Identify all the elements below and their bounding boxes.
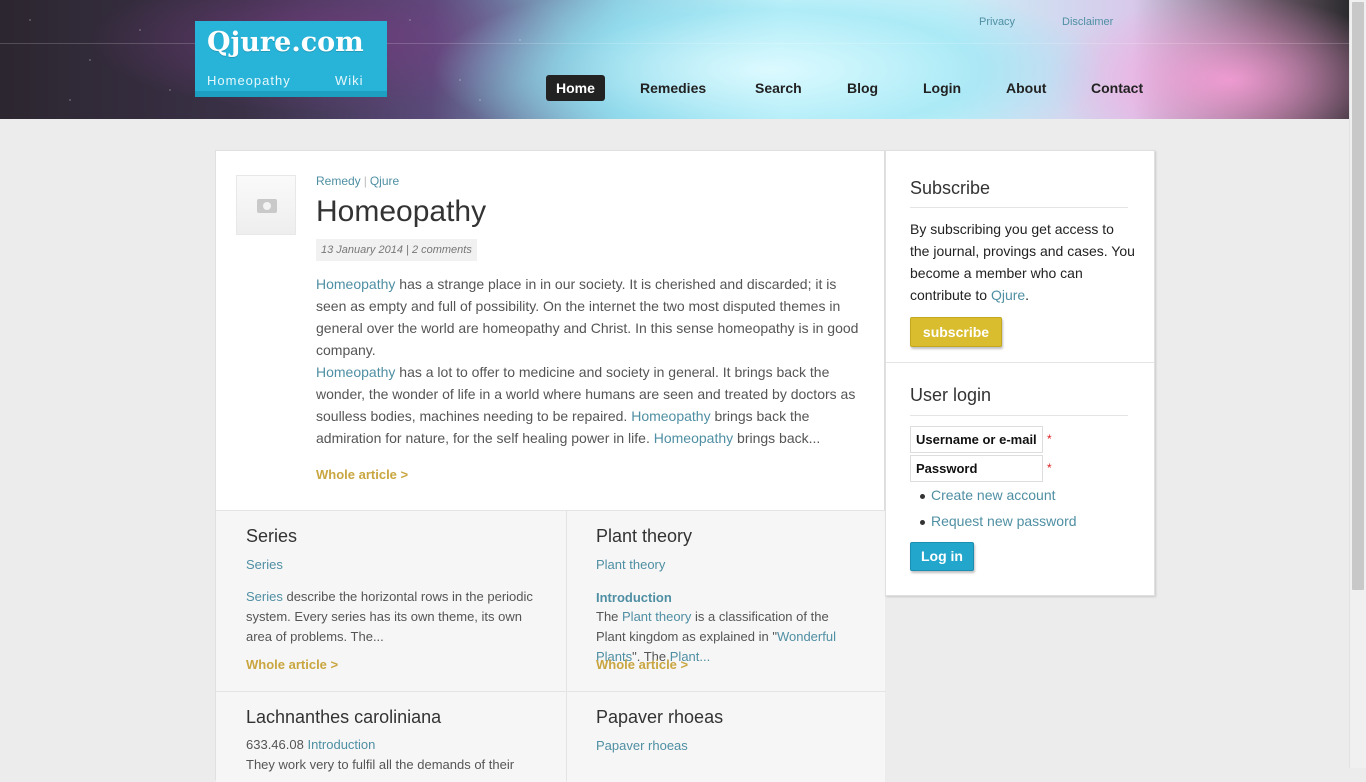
request-password-link[interactable]: Request new password xyxy=(931,513,1077,529)
sidebar-divider xyxy=(886,362,1154,363)
nav-search[interactable]: Search xyxy=(745,75,812,101)
inline-link-introduction[interactable]: Introduction xyxy=(307,737,375,752)
logo-title: Qjure.com xyxy=(207,27,364,58)
breadcrumb: Remedy | Qjure xyxy=(316,174,399,188)
inline-link-homeopathy[interactable]: Homeopathy xyxy=(316,364,395,380)
nav-blog[interactable]: Blog xyxy=(837,75,888,101)
teaser-lachnanthes: Lachnanthes caroliniana 633.46.08 Introd… xyxy=(216,692,566,782)
teaser-title[interactable]: Series xyxy=(246,526,297,547)
article-comments-link[interactable]: 2 comments xyxy=(412,244,472,256)
teaser-code: 633.46.08 xyxy=(246,737,308,752)
vertical-scrollbar[interactable] xyxy=(1349,0,1366,768)
camera-icon xyxy=(257,199,277,213)
login-button[interactable]: Log in xyxy=(910,542,974,571)
article-thumbnail[interactable] xyxy=(236,175,296,235)
article-paragraph-1: has a strange place in in our society. I… xyxy=(316,276,859,358)
nav-contact[interactable]: Contact xyxy=(1081,75,1153,101)
qjure-link[interactable]: Qjure xyxy=(991,287,1025,303)
create-account-link[interactable]: Create new account xyxy=(931,487,1056,503)
main-content: Remedy | Qjure Homeopathy 13 January 2014 … xyxy=(215,150,886,782)
privacy-link[interactable]: Privacy xyxy=(979,16,1015,28)
subscribe-rule xyxy=(910,207,1128,208)
bullet-icon xyxy=(920,494,925,499)
nav-home[interactable]: Home xyxy=(546,75,605,101)
article-title[interactable]: Homeopathy xyxy=(316,195,486,229)
login-rule xyxy=(910,415,1128,416)
scrollbar-thumb[interactable] xyxy=(1352,2,1364,590)
logo-subtitle-homeopathy: Homeopathy xyxy=(207,73,291,88)
inline-link-series[interactable]: Series xyxy=(246,589,283,604)
required-marker: * xyxy=(1047,461,1052,475)
teaser-subtitle-link[interactable]: Papaver rhoeas xyxy=(596,738,688,753)
whole-article-link[interactable]: Whole article > xyxy=(316,467,408,482)
user-login-title: User login xyxy=(910,385,992,405)
teaser-heading: Introduction xyxy=(596,590,672,605)
inline-link-homeopathy[interactable]: Homeopathy xyxy=(631,408,710,424)
site-logo[interactable]: Qjure.com Homeopathy Wiki xyxy=(195,21,387,97)
subscribe-title: Subscribe xyxy=(910,178,991,198)
teaser-code-line: 633.46.08 Introduction xyxy=(246,735,546,755)
teaser-text: Series describe the horizontal rows in t… xyxy=(246,587,546,647)
logo-subtitle-wiki: Wiki xyxy=(335,73,364,88)
article-meta: 13 January 2014 | 2 comments xyxy=(316,239,477,261)
subscribe-button[interactable]: subscribe xyxy=(910,317,1002,347)
logo-bottom-bar xyxy=(195,91,387,97)
grid-divider xyxy=(216,510,886,511)
sidebar: Subscribe By subscribing you get access … xyxy=(885,150,1155,596)
username-field[interactable] xyxy=(910,426,1043,453)
subscribe-body-end: . xyxy=(1025,287,1030,303)
inline-link-homeopathy[interactable]: Homeopathy xyxy=(316,276,395,292)
teaser-subtitle-link[interactable]: Series xyxy=(246,557,283,572)
whole-article-link[interactable]: Whole article > xyxy=(246,657,338,672)
disclaimer-link[interactable]: Disclaimer xyxy=(1062,16,1113,28)
teaser-series: Series Series Series describe the horizo… xyxy=(216,511,566,691)
teaser-title[interactable]: Papaver rhoeas xyxy=(596,707,723,728)
password-field[interactable] xyxy=(910,455,1043,482)
whole-article-link[interactable]: Whole article > xyxy=(596,657,688,672)
bullet-icon xyxy=(920,520,925,525)
article-body: Homeopathy has a strange place in in our… xyxy=(316,273,866,449)
nav-remedies[interactable]: Remedies xyxy=(630,75,716,101)
required-marker: * xyxy=(1047,432,1052,446)
grid-divider xyxy=(566,511,567,781)
teaser-papaver: Papaver rhoeas Papaver rhoeas xyxy=(567,692,885,782)
article-paragraph-2c: brings back... xyxy=(733,430,821,446)
teaser-text: They work very to fulfil all the demands… xyxy=(246,757,515,772)
teaser-subtitle-link[interactable]: Plant theory xyxy=(596,557,665,572)
breadcrumb-remedy[interactable]: Remedy xyxy=(316,174,361,188)
subscribe-text: By subscribing you get access to the jou… xyxy=(910,218,1135,306)
inline-link-plant-theory[interactable]: Plant theory xyxy=(622,609,691,624)
teaser-title[interactable]: Plant theory xyxy=(596,526,692,547)
breadcrumb-separator: | xyxy=(363,174,367,188)
grid-divider xyxy=(216,691,886,692)
teaser-body: The xyxy=(596,609,623,624)
teaser-title[interactable]: Lachnanthes caroliniana xyxy=(246,707,441,728)
breadcrumb-qjure[interactable]: Qjure xyxy=(370,174,399,188)
inline-link-homeopathy[interactable]: Homeopathy xyxy=(654,430,733,446)
site-header: Qjure.com Homeopathy Wiki Privacy Discla… xyxy=(0,0,1349,119)
teaser-plant-theory: Plant theory Plant theory Introduction T… xyxy=(567,511,885,691)
nav-about[interactable]: About xyxy=(996,75,1056,101)
nav-login[interactable]: Login xyxy=(913,75,971,101)
teaser-body: describe the horizontal rows in the peri… xyxy=(246,589,533,644)
article-date: 13 January 2014 xyxy=(321,244,403,256)
